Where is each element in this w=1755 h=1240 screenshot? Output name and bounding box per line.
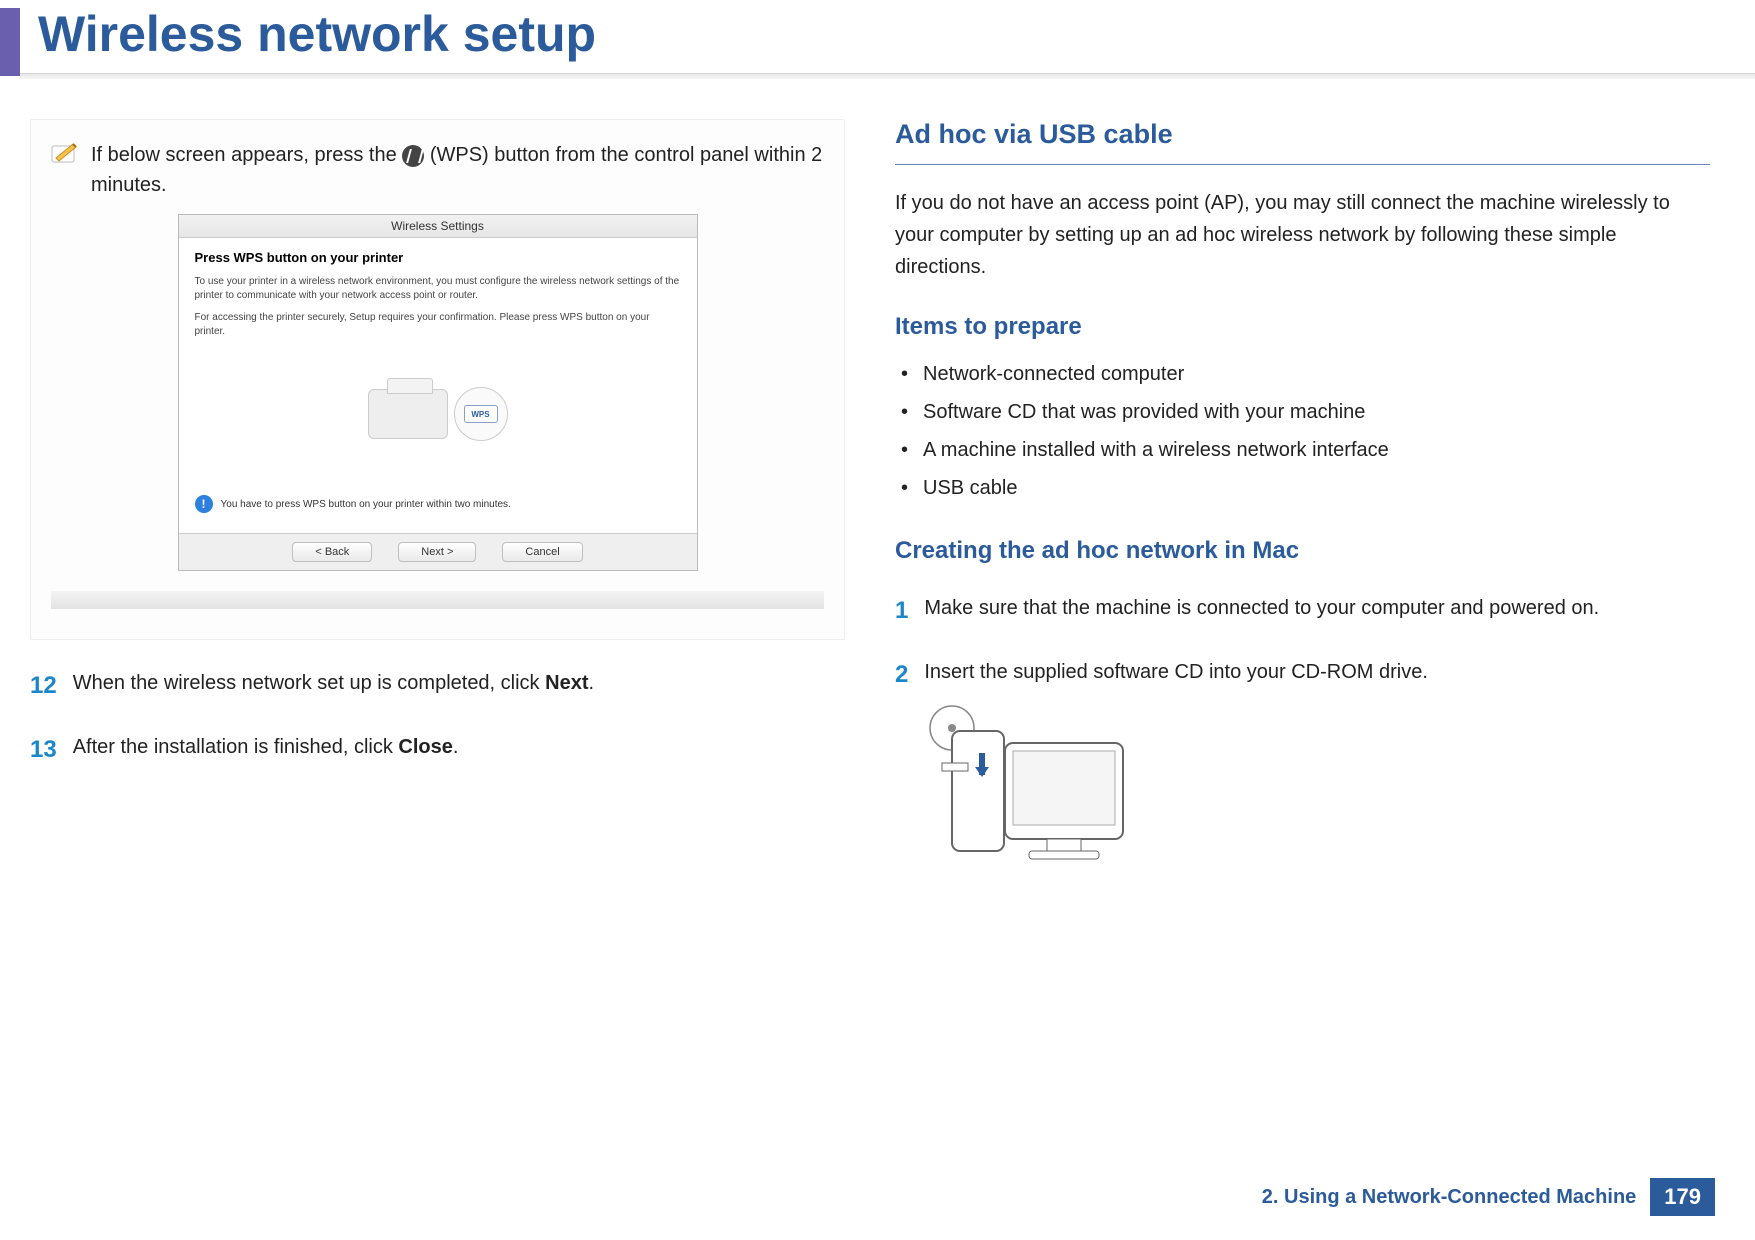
step-2: 2 Insert the supplied software CD into y… — [895, 657, 1710, 693]
dialog-heading: Press WPS button on your printer — [195, 250, 681, 265]
items-list: Network-connected computer Software CD t… — [895, 355, 1710, 507]
dialog-paragraph-2: For accessing the printer securely, Setu… — [195, 311, 681, 339]
wps-icon — [402, 145, 424, 167]
footer-chapter: 2. Using a Network-Connected Machine — [1262, 1186, 1637, 1209]
page-header: Wireless network setup — [0, 0, 1755, 79]
right-column: Ad hoc via USB cable If you do not have … — [895, 119, 1710, 888]
list-item: Network-connected computer — [895, 355, 1710, 393]
dialog-alert-text: You have to press WPS button on your pri… — [221, 499, 511, 510]
step-12-bold: Next — [545, 672, 588, 694]
next-button[interactable]: Next > — [398, 542, 476, 562]
dialog-alert: ! You have to press WPS button on your p… — [195, 495, 681, 513]
left-column: If below screen appears, press the (WPS)… — [30, 119, 845, 888]
step-2-text: Insert the supplied software CD into you… — [924, 657, 1428, 687]
page-footer: 2. Using a Network-Connected Machine 179 — [1262, 1178, 1715, 1216]
cd-computer-illustration — [895, 703, 1710, 888]
step-number-1: 1 — [895, 593, 908, 629]
note-box: If below screen appears, press the (WPS)… — [30, 119, 845, 640]
step-12-text: When the wireless network set up is comp… — [73, 668, 594, 698]
content-area: If below screen appears, press the (WPS)… — [0, 79, 1755, 888]
printer-icon — [368, 389, 448, 439]
page-number: 179 — [1650, 1178, 1715, 1216]
header-rule — [20, 73, 1755, 79]
step-12-text-a: When the wireless network set up is comp… — [73, 672, 545, 694]
step-1: 1 Make sure that the machine is connecte… — [895, 593, 1710, 629]
note-pencil-icon — [51, 140, 79, 168]
list-item: A machine installed with a wireless netw… — [895, 431, 1710, 469]
step-number-2: 2 — [895, 657, 908, 693]
note-bottom-bar — [51, 591, 824, 609]
wireless-settings-dialog: Wireless Settings Press WPS button on yo… — [178, 214, 698, 571]
printer-illustration: WPS — [195, 359, 681, 469]
dialog-titlebar: Wireless Settings — [179, 215, 697, 238]
note-text-before: If below screen appears, press the — [91, 144, 402, 166]
cancel-button[interactable]: Cancel — [502, 542, 582, 562]
step-12: 12 When the wireless network set up is c… — [30, 668, 845, 704]
step-number-12: 12 — [30, 668, 57, 704]
adhoc-intro: If you do not have an access point (AP),… — [895, 187, 1710, 283]
step-13-text-a: After the installation is finished, clic… — [73, 736, 399, 758]
page-title: Wireless network setup — [20, 5, 1755, 63]
note-header: If below screen appears, press the (WPS)… — [51, 140, 824, 200]
wps-chip-label: WPS — [464, 405, 498, 423]
dialog-paragraph-1: To use your printer in a wireless networ… — [195, 275, 681, 303]
step-13-text: After the installation is finished, clic… — [73, 732, 459, 762]
dialog-body: Press WPS button on your printer To use … — [179, 238, 697, 533]
creating-adhoc-heading: Creating the ad hoc network in Mac — [895, 537, 1710, 565]
back-button[interactable]: < Back — [292, 542, 372, 562]
step-13-bold: Close — [398, 736, 452, 758]
dialog-footer: < Back Next > Cancel — [179, 533, 697, 570]
step-number-13: 13 — [30, 732, 57, 768]
step-13-text-c: . — [453, 736, 459, 758]
items-heading: Items to prepare — [895, 313, 1710, 341]
step-12-text-c: . — [588, 672, 594, 694]
list-item: Software CD that was provided with your … — [895, 393, 1710, 431]
list-item: USB cable — [895, 469, 1710, 507]
step-13: 13 After the installation is finished, c… — [30, 732, 845, 768]
wps-badge: WPS — [454, 387, 508, 441]
note-text: If below screen appears, press the (WPS)… — [91, 140, 824, 200]
step-1-text: Make sure that the machine is connected … — [924, 593, 1599, 623]
section-heading-adhoc: Ad hoc via USB cable — [895, 119, 1710, 165]
side-tab — [0, 8, 20, 76]
info-icon: ! — [195, 495, 213, 513]
